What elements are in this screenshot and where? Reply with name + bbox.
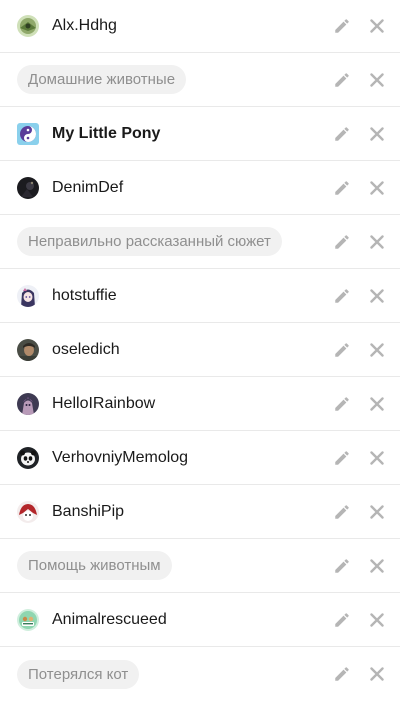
edit-button[interactable] xyxy=(330,392,354,416)
pencil-icon xyxy=(335,396,349,411)
tag-chip[interactable]: Неправильно рассказанный сюжет xyxy=(17,227,282,256)
avatar xyxy=(17,446,39,469)
pencil-icon xyxy=(335,342,349,357)
edit-button[interactable] xyxy=(330,554,354,578)
edit-button[interactable] xyxy=(330,608,354,632)
avatar xyxy=(17,338,39,361)
item-label[interactable]: HelloIRainbow xyxy=(52,395,155,413)
edit-button[interactable] xyxy=(330,446,354,470)
list-item[interactable]: BanshiPip xyxy=(0,485,400,539)
close-icon xyxy=(370,180,384,195)
edit-button[interactable] xyxy=(330,68,354,92)
pencil-icon xyxy=(335,612,349,627)
list-item[interactable]: Animalrescueed xyxy=(0,593,400,647)
pony-portrait-avatar-icon xyxy=(17,392,39,415)
pony-yinyang-avatar-icon xyxy=(17,122,39,145)
list-item[interactable]: Помощь животным xyxy=(0,539,400,593)
delete-button[interactable] xyxy=(365,338,389,362)
avatar xyxy=(17,500,39,523)
list-item[interactable]: My Little Pony xyxy=(0,107,400,161)
close-icon xyxy=(370,288,384,303)
close-icon xyxy=(370,667,384,681)
animal-rescue-logo-avatar-icon xyxy=(17,608,39,631)
list-item[interactable]: VerhovniyMemolog xyxy=(0,431,400,485)
close-icon xyxy=(370,126,384,141)
edit-button[interactable] xyxy=(330,284,354,308)
item-label[interactable]: hotstuffie xyxy=(52,287,117,305)
item-label[interactable]: My Little Pony xyxy=(52,125,160,143)
delete-button[interactable] xyxy=(365,662,389,686)
delete-button[interactable] xyxy=(365,392,389,416)
close-icon xyxy=(370,450,384,465)
pencil-icon xyxy=(335,288,349,303)
list-item[interactable]: Потерялся кот xyxy=(0,647,400,701)
face-photo-avatar-icon xyxy=(17,338,39,361)
close-icon xyxy=(370,19,384,33)
delete-button[interactable] xyxy=(365,446,389,470)
close-icon xyxy=(370,72,384,87)
red-white-character-avatar-icon xyxy=(17,500,39,523)
delete-button[interactable] xyxy=(365,608,389,632)
dark-photo-avatar-icon xyxy=(17,176,39,199)
list-item[interactable]: DenimDef xyxy=(0,161,400,215)
pencil-icon xyxy=(335,72,349,87)
anime-girl-avatar-icon xyxy=(17,284,39,307)
delete-button[interactable] xyxy=(365,284,389,308)
pencil-icon xyxy=(335,450,349,465)
edit-button[interactable] xyxy=(330,176,354,200)
close-icon xyxy=(370,504,384,519)
delete-button[interactable] xyxy=(365,14,389,38)
list-item[interactable]: Неправильно рассказанный сюжет xyxy=(0,215,400,269)
edit-button[interactable] xyxy=(330,500,354,524)
edit-button[interactable] xyxy=(330,338,354,362)
item-label[interactable]: BanshiPip xyxy=(52,503,124,521)
pencil-icon xyxy=(335,126,349,141)
edit-button[interactable] xyxy=(330,14,354,38)
list-item[interactable]: HelloIRainbow xyxy=(0,377,400,431)
list-item[interactable]: oseledich xyxy=(0,323,400,377)
edit-button[interactable] xyxy=(330,662,354,686)
panda-avatar-icon xyxy=(17,446,39,469)
avatar xyxy=(17,15,39,37)
item-label[interactable]: Animalrescueed xyxy=(52,611,167,629)
close-icon xyxy=(370,558,384,573)
close-icon xyxy=(370,396,384,411)
avatar xyxy=(17,392,39,415)
pencil-icon xyxy=(335,504,349,519)
delete-button[interactable] xyxy=(365,500,389,524)
edit-button[interactable] xyxy=(330,230,354,254)
subscriptions-list: Alx.Hdhg Домашние животные My Little Pon… xyxy=(0,0,400,701)
delete-button[interactable] xyxy=(365,230,389,254)
pencil-icon xyxy=(335,234,349,249)
avatar xyxy=(17,122,39,145)
close-icon xyxy=(370,234,384,249)
avatar xyxy=(17,284,39,307)
pencil-icon xyxy=(335,19,349,33)
avatar xyxy=(17,176,39,199)
pencil-icon xyxy=(335,180,349,195)
delete-button[interactable] xyxy=(365,68,389,92)
avatar xyxy=(17,608,39,631)
list-item[interactable]: hotstuffie xyxy=(0,269,400,323)
item-label[interactable]: Alx.Hdhg xyxy=(52,17,117,35)
item-label[interactable]: oseledich xyxy=(52,341,120,359)
pencil-icon xyxy=(335,667,349,681)
pencil-icon xyxy=(335,558,349,573)
close-icon xyxy=(370,612,384,627)
tag-chip[interactable]: Помощь животным xyxy=(17,551,172,580)
item-label[interactable]: VerhovniyMemolog xyxy=(52,449,188,467)
list-item[interactable]: Alx.Hdhg xyxy=(0,0,400,53)
delete-button[interactable] xyxy=(365,122,389,146)
tag-chip[interactable]: Домашние животные xyxy=(17,65,187,94)
edit-button[interactable] xyxy=(330,122,354,146)
delete-button[interactable] xyxy=(365,176,389,200)
close-icon xyxy=(370,342,384,357)
item-label[interactable]: DenimDef xyxy=(52,179,123,197)
tag-chip[interactable]: Потерялся кот xyxy=(17,659,140,689)
green-figure-avatar-icon xyxy=(17,15,39,37)
list-item[interactable]: Домашние животные xyxy=(0,53,400,107)
delete-button[interactable] xyxy=(365,554,389,578)
